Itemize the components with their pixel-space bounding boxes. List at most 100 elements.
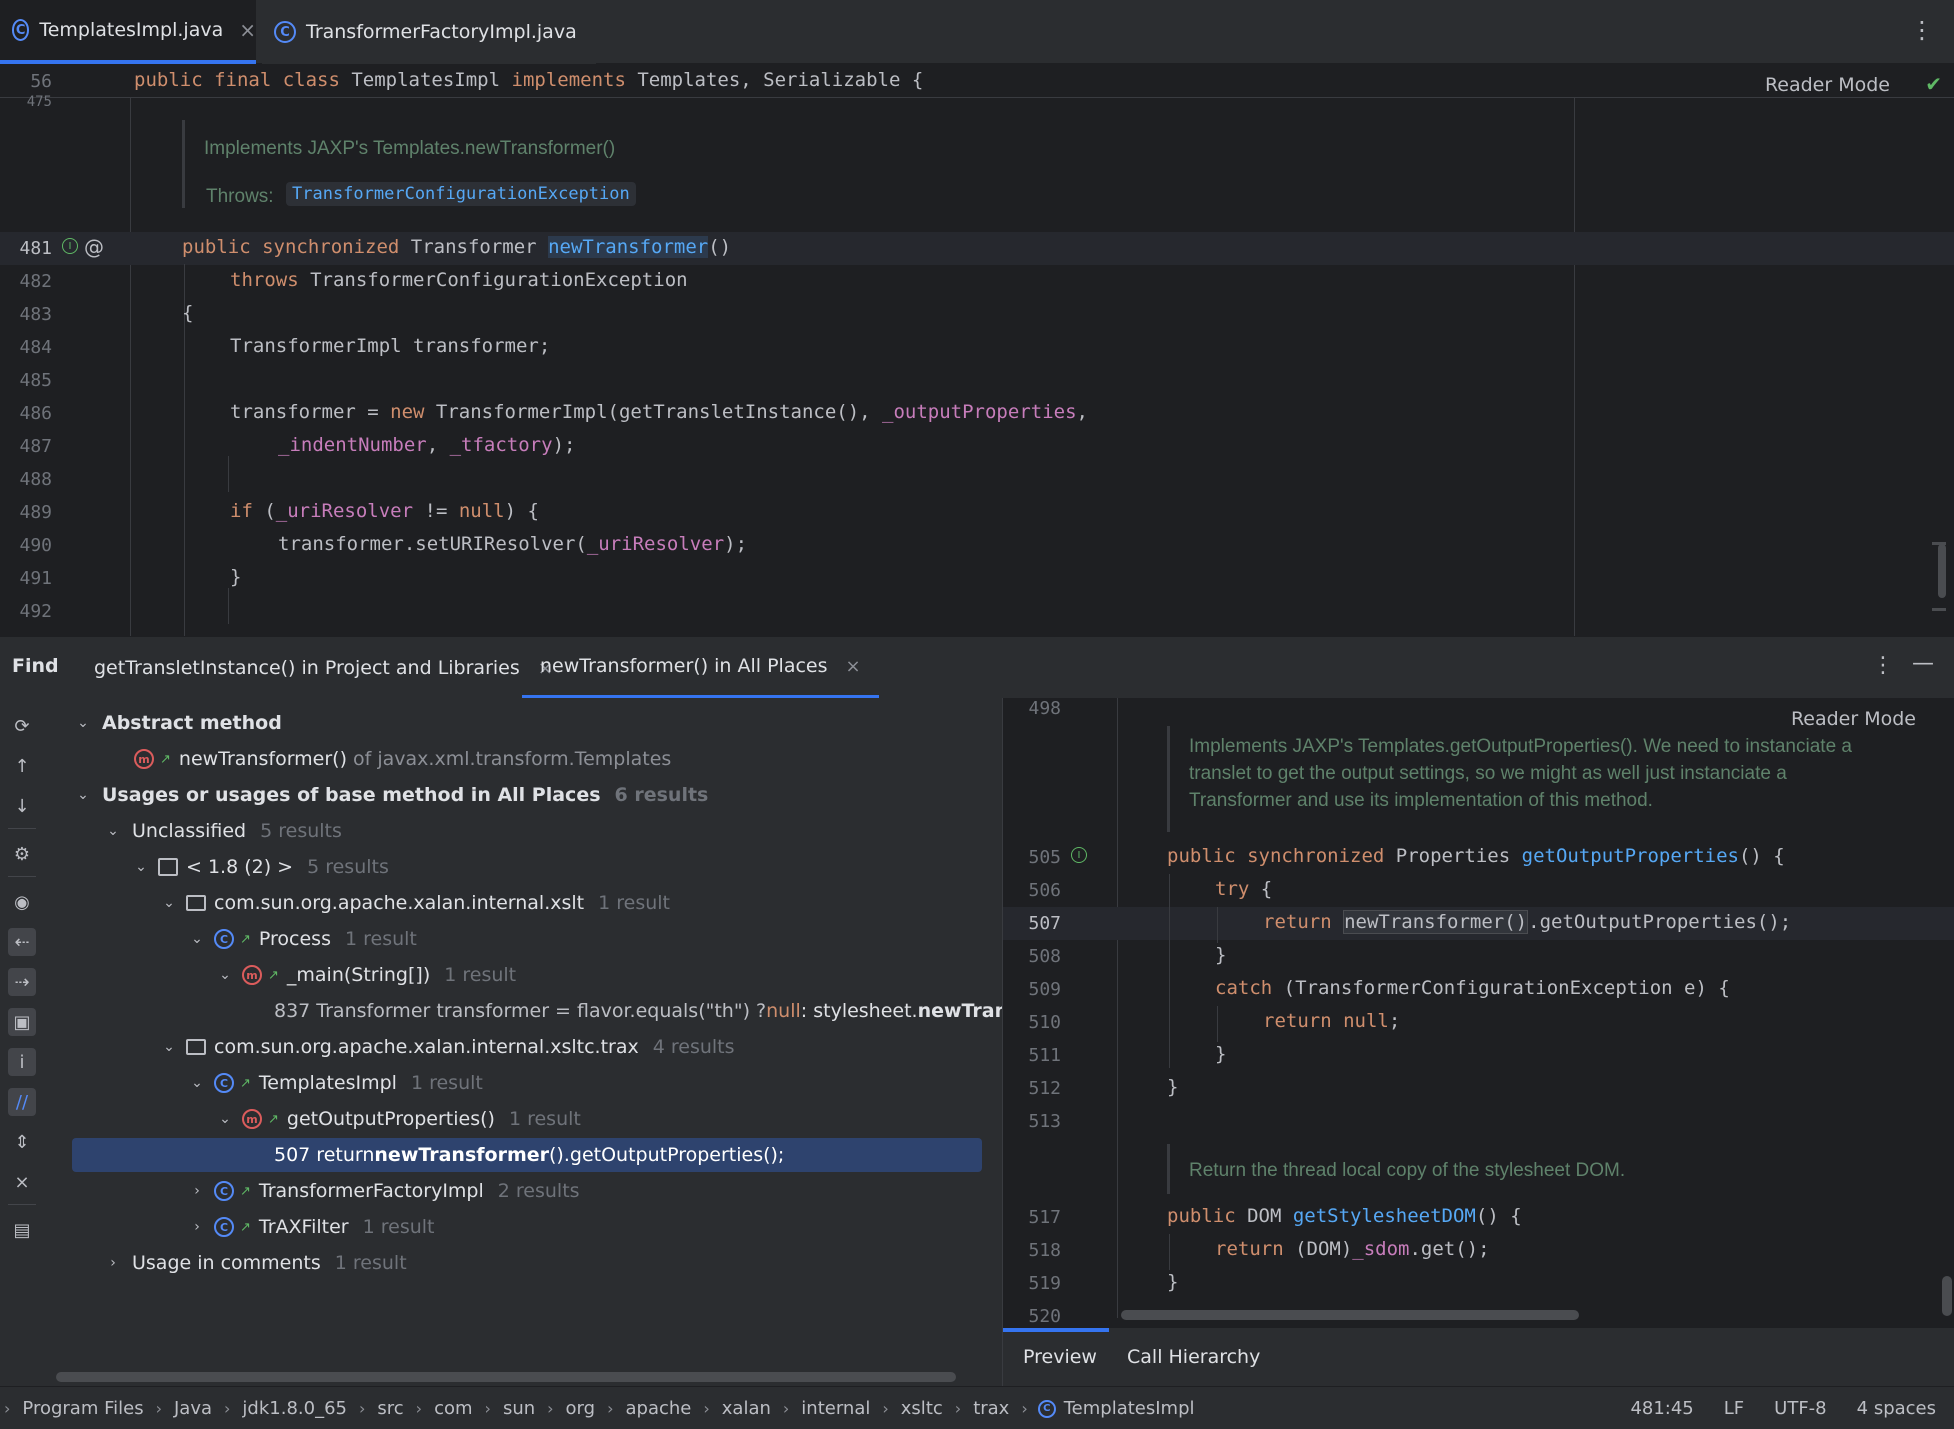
chevron-right-icon[interactable]: ›: [186, 1183, 208, 1199]
usage-line-837[interactable]: 837 Transformer transformer = flavor.equ…: [274, 994, 1002, 1028]
tree-node-package-trax[interactable]: ⌄ com.sun.org.apache.xalan.internal.xsltc…: [158, 1030, 734, 1064]
chevron-right-icon[interactable]: ›: [186, 1219, 208, 1235]
vertical-scrollbar[interactable]: [1938, 544, 1946, 598]
comments-icon[interactable]: //: [8, 1088, 36, 1116]
tree-node-main[interactable]: ⌄ m ↗ _main(String[]) 1 result: [214, 958, 516, 992]
usage-text: : stylesheet.: [800, 1000, 918, 1022]
collapse-all-icon[interactable]: ⨯: [8, 1168, 36, 1196]
tree-node-traxfilter[interactable]: › C ↗ TrAXFilter 1 result: [186, 1210, 434, 1244]
breadcrumb-item[interactable]: jdk1.8.0_65: [242, 1398, 347, 1419]
tab-preview[interactable]: Preview: [1023, 1328, 1097, 1386]
tree-node-templatesimpl[interactable]: ⌄ C ↗ TemplatesImpl 1 result: [186, 1066, 483, 1100]
reader-mode-button[interactable]: Reader Mode: [1765, 74, 1890, 96]
group-by-module-icon[interactable]: ▣: [8, 1008, 36, 1036]
arrow-down-icon[interactable]: ↓: [8, 792, 36, 820]
usage-text: ().getOutputProperties();: [549, 1144, 785, 1166]
tree-node-unclassified[interactable]: ⌄ Unclassified 5 results: [102, 814, 342, 848]
method-name[interactable]: newTransformer: [548, 236, 709, 258]
horizontal-scrollbar[interactable]: [1121, 1310, 1579, 1320]
breadcrumb-item[interactable]: apache: [625, 1398, 691, 1419]
annotation-icon[interactable]: @: [84, 235, 104, 259]
breadcrumb-item[interactable]: sun: [503, 1398, 535, 1419]
line-number: 513: [1028, 1111, 1061, 1132]
eye-icon[interactable]: ◉: [8, 888, 36, 916]
chevron-down-icon[interactable]: ⌄: [158, 895, 180, 911]
doc-line: Return the thread local copy of the styl…: [1189, 1160, 1626, 1181]
tree-node-usages[interactable]: ⌄ Usages or usages of base method in All …: [72, 778, 708, 812]
write-access-icon[interactable]: ⇢: [8, 968, 36, 996]
chevron-down-icon[interactable]: ⌄: [72, 787, 94, 803]
close-icon[interactable]: ×: [846, 656, 861, 677]
tree-item-abstract-newtransformer[interactable]: m ↗ newTransformer() of javax.xml.transform…: [134, 742, 671, 776]
breadcrumb-item[interactable]: xsltc: [901, 1398, 943, 1419]
tree-node-jdk[interactable]: ⌄ < 1.8 (2) > 5 results: [130, 850, 389, 884]
reader-mode-button[interactable]: Reader Mode: [1791, 708, 1916, 730]
chevron-right-icon: ›: [607, 1399, 614, 1418]
breadcrumb-item[interactable]: trax: [973, 1398, 1009, 1419]
breadcrumb-item[interactable]: org: [566, 1398, 596, 1419]
file-encoding[interactable]: UTF-8: [1774, 1398, 1826, 1419]
tab-find-newtransformer[interactable]: newTransformer() in All Places ×: [522, 637, 879, 699]
code-editor[interactable]: 56 public final class TemplatesImpl impl…: [0, 64, 1954, 636]
chevron-down-icon[interactable]: ⌄: [158, 1039, 180, 1055]
check-icon[interactable]: ✔: [1925, 72, 1942, 96]
breadcrumb-item[interactable]: TemplatesImpl: [1064, 1398, 1195, 1419]
caret-position[interactable]: 481:45: [1630, 1398, 1693, 1419]
tree-node-usage-in-comments[interactable]: › Usage in comments 1 result: [102, 1246, 406, 1280]
scroll-marker[interactable]: [1932, 608, 1946, 611]
more-options-icon[interactable]: ⋮: [1872, 653, 1894, 678]
implements-icon[interactable]: I: [62, 238, 78, 254]
line-number: 484: [19, 337, 52, 358]
horizontal-scrollbar[interactable]: [56, 1372, 956, 1382]
sticky-code: public final class TemplatesImpl impleme…: [134, 69, 923, 91]
tree-node-package-xslt[interactable]: ⌄ com.sun.org.apache.xalan.internal.xslt 1…: [158, 886, 670, 920]
breadcrumb-item[interactable]: Program Files: [22, 1398, 143, 1419]
breadcrumb-item[interactable]: internal: [801, 1398, 870, 1419]
tree-node-transformerfactoryimpl[interactable]: › C ↗ TransformerFactoryImpl 2 results: [186, 1174, 579, 1208]
chevron-down-icon[interactable]: ⌄: [72, 715, 94, 731]
class-icon: C: [1037, 1399, 1056, 1418]
breadcrumb-item[interactable]: xalan: [722, 1398, 771, 1419]
node-label: TemplatesImpl: [258, 1072, 397, 1094]
tab-transformerfactoryimpl[interactable]: C TransformerFactoryImpl.java: [262, 0, 596, 64]
field: _tfactory: [449, 434, 553, 456]
tab-call-hierarchy[interactable]: Call Hierarchy: [1127, 1328, 1260, 1386]
chevron-down-icon[interactable]: ⌄: [214, 967, 236, 983]
tree-node-abstract-method[interactable]: ⌄ Abstract method: [72, 706, 282, 740]
code-line: }: [230, 566, 242, 588]
info-icon[interactable]: i: [8, 1048, 36, 1076]
close-icon[interactable]: ×: [239, 18, 256, 42]
tab-templatesimpl[interactable]: C TemplatesImpl.java ×: [0, 0, 256, 64]
breadcrumb-item[interactable]: com: [434, 1398, 472, 1419]
chevron-down-icon[interactable]: ⌄: [186, 931, 208, 947]
throws-link[interactable]: TransformerConfigurationException: [286, 182, 636, 206]
tree-node-getoutputproperties[interactable]: ⌄ m ↗ getOutputProperties() 1 result: [214, 1102, 581, 1136]
line-separator[interactable]: LF: [1724, 1398, 1744, 1419]
minimize-icon[interactable]: —: [1912, 651, 1934, 676]
keyword: throws: [230, 269, 299, 291]
read-access-icon[interactable]: ⇠: [8, 928, 36, 956]
tab-find-gettransletinstance[interactable]: getTransletInstance() in Project and Lib…: [94, 637, 553, 699]
breadcrumb-item[interactable]: Java: [174, 1398, 212, 1419]
line-number: 517: [1028, 1207, 1061, 1228]
arrow-up-icon[interactable]: ↑: [8, 752, 36, 780]
rerun-icon[interactable]: ⟳: [8, 712, 36, 740]
chevron-down-icon[interactable]: ⌄: [186, 1075, 208, 1091]
sticky-header[interactable]: 56 public final class TemplatesImpl impl…: [0, 64, 1954, 98]
indent-setting[interactable]: 4 spaces: [1857, 1398, 1936, 1419]
vertical-scrollbar[interactable]: [1942, 1276, 1952, 1316]
preview-toggle-icon[interactable]: ▤: [8, 1216, 36, 1244]
tree-node-process[interactable]: ⌄ C ↗ Process 1 result: [186, 922, 417, 956]
implements-icon[interactable]: I: [1071, 847, 1087, 863]
preview-editor[interactable]: Reader Mode 498 Implements JAXP's Templa…: [1002, 698, 1954, 1328]
gear-icon[interactable]: ⚙: [8, 840, 36, 868]
breadcrumb-item[interactable]: src: [377, 1398, 403, 1419]
expand-all-icon[interactable]: ⇕: [8, 1128, 36, 1156]
chevron-down-icon[interactable]: ⌄: [214, 1111, 236, 1127]
more-options-icon[interactable]: ⋮: [1910, 16, 1934, 44]
usage-line-507[interactable]: 507 return newTransformer ().getOutputPro…: [274, 1138, 784, 1172]
chevron-down-icon[interactable]: ⌄: [102, 823, 124, 839]
chevron-right-icon[interactable]: ›: [102, 1255, 124, 1271]
breadcrumb: › Program Files › Java › jdk1.8.0_65 › src ›…: [4, 1387, 1197, 1429]
chevron-down-icon[interactable]: ⌄: [130, 859, 152, 875]
